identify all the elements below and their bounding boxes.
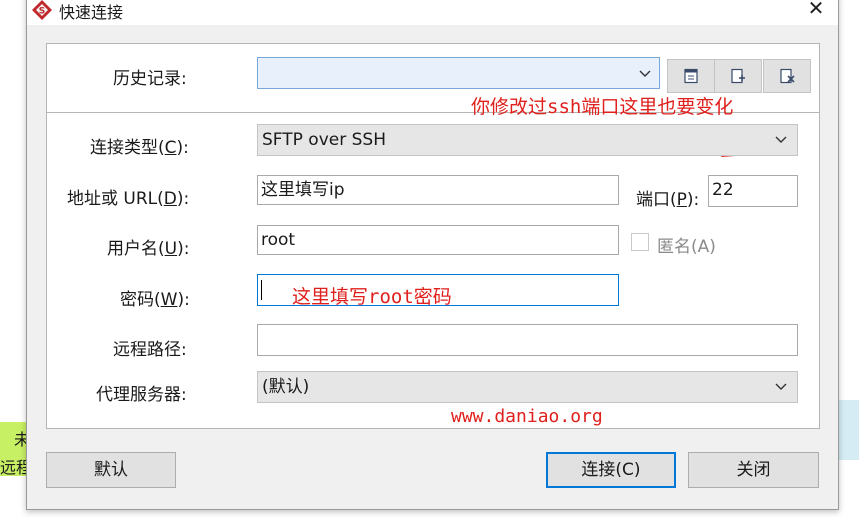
history-label: 历史记录: xyxy=(113,69,187,89)
chevron-down-icon xyxy=(775,383,787,390)
title-bar: S 快速连接 ✕ xyxy=(27,0,838,25)
history-details-button[interactable] xyxy=(667,59,715,93)
svg-text:S: S xyxy=(39,7,45,17)
remote-path-label: 远程路径: xyxy=(113,340,187,360)
password-label: 密码(W): xyxy=(120,290,190,310)
username-label: 用户名(U): xyxy=(107,239,190,259)
chevron-down-icon xyxy=(639,70,651,77)
port-input[interactable]: 22 xyxy=(708,175,798,207)
window-title: 快速连接 xyxy=(59,3,124,22)
connection-settings-group: 历史记录: 你修改过ssh端口这里也要变化 连接类型(C): SFTP over… xyxy=(46,43,820,429)
ssh-port-annotation: 你修改过ssh端口这里也要变化 xyxy=(471,96,734,118)
proxy-select[interactable]: (默认) xyxy=(257,371,798,403)
username-input[interactable]: root xyxy=(257,225,619,255)
address-input[interactable]: 这里填写ip xyxy=(257,175,619,205)
connect-button[interactable]: 连接(C) xyxy=(546,452,676,488)
app-icon: S xyxy=(32,0,52,20)
connection-type-label: 连接类型(C): xyxy=(90,138,189,158)
text-caret xyxy=(261,280,262,300)
close-window-button[interactable]: ✕ xyxy=(802,0,830,21)
history-combo[interactable] xyxy=(257,57,660,89)
port-label: 端口(P): xyxy=(636,190,700,210)
background-panel xyxy=(838,400,859,460)
watermark-text: www.daniao.org xyxy=(451,406,603,427)
password-annotation: 这里填写root密码 xyxy=(292,286,452,308)
proxy-label: 代理服务器: xyxy=(96,385,187,405)
default-button[interactable]: 默认 xyxy=(46,452,176,488)
history-delete-button[interactable] xyxy=(763,59,811,93)
chevron-down-icon xyxy=(775,136,787,143)
anonymous-checkbox[interactable] xyxy=(631,233,649,251)
window-icon xyxy=(684,68,698,84)
add-page-icon xyxy=(731,68,745,84)
close-button[interactable]: 关闭 xyxy=(688,452,819,488)
address-label: 地址或 URL(D): xyxy=(67,189,190,209)
history-add-button[interactable] xyxy=(714,59,762,93)
remote-path-input[interactable] xyxy=(257,324,798,356)
delete-page-icon xyxy=(780,68,795,84)
anonymous-label: 匿名(A) xyxy=(657,237,716,257)
connection-type-select[interactable]: SFTP over SSH xyxy=(257,124,798,156)
quick-connect-dialog: S 快速连接 ✕ 历史记录: 你修改过ssh端口这里也要变化 连接类型(C): … xyxy=(26,0,839,510)
